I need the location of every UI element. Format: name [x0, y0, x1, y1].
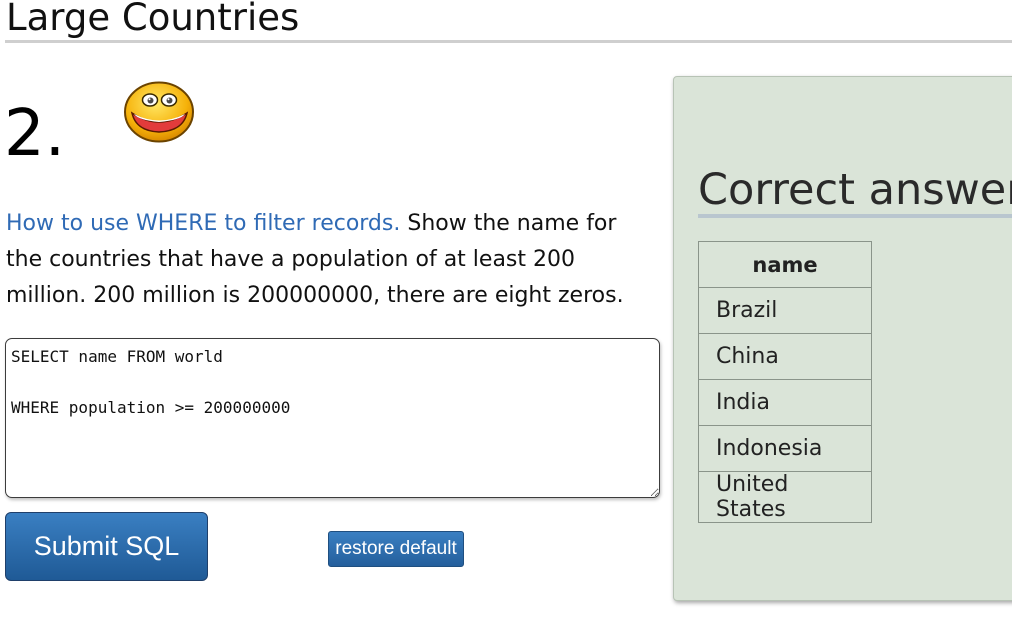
- submit-sql-button[interactable]: Submit SQL: [5, 512, 208, 581]
- table-row: United States: [698, 471, 872, 523]
- answer-panel: Correct answer name Brazil China India I…: [673, 76, 1012, 601]
- title-divider: [5, 40, 1012, 43]
- page-title: Large Countries: [6, 0, 300, 39]
- table-row: Brazil: [698, 287, 872, 334]
- answer-table: name Brazil China India Indonesia United…: [698, 241, 872, 523]
- restore-default-button[interactable]: restore default: [328, 531, 464, 567]
- table-row: India: [698, 379, 872, 426]
- column-header-name: name: [698, 241, 872, 288]
- table-cell: Indonesia: [698, 425, 872, 472]
- sql-editor[interactable]: SELECT name FROM world WHERE population …: [5, 338, 660, 498]
- table-cell: China: [698, 333, 872, 380]
- table-row: Indonesia: [698, 425, 872, 472]
- table-row: China: [698, 333, 872, 380]
- smiley-icon: [124, 81, 194, 143]
- table-cell: India: [698, 379, 872, 426]
- answer-heading: Correct answer: [698, 165, 1012, 215]
- table-header-row: name: [698, 241, 872, 288]
- table-cell: United States: [698, 471, 872, 523]
- question-number: 2.: [4, 97, 66, 171]
- question-text: How to use WHERE to filter records. Show…: [6, 206, 646, 314]
- answer-divider: [698, 214, 1012, 218]
- table-cell: Brazil: [698, 287, 872, 334]
- where-help-link[interactable]: How to use WHERE to filter records.: [6, 211, 400, 236]
